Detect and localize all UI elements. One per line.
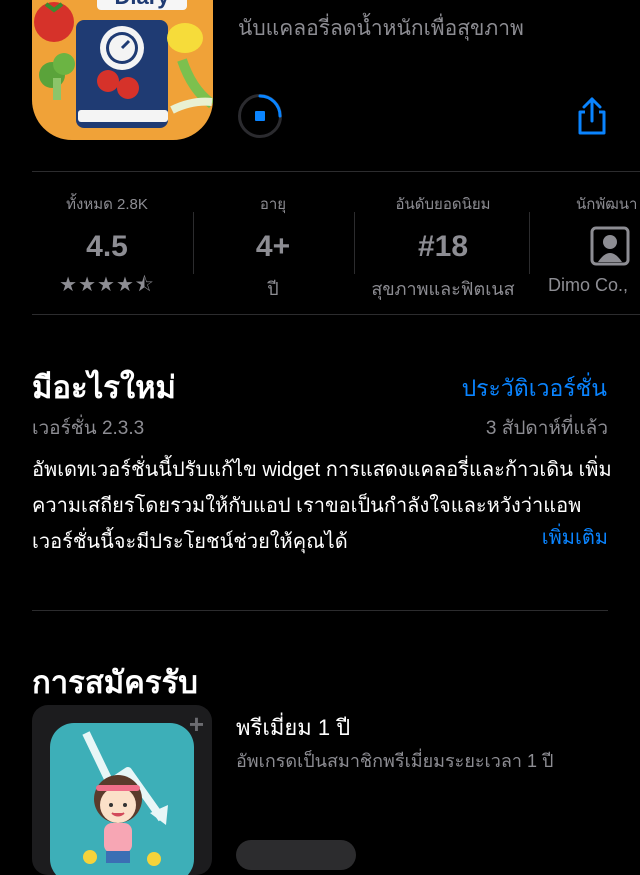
subscription-artwork (50, 723, 194, 875)
stat-separator (354, 212, 355, 274)
subscriptions-title: การสมัครรับ (32, 665, 198, 700)
divider (32, 171, 640, 172)
stat-developer[interactable]: นักพัฒนา Dimo Co., (540, 192, 640, 296)
app-subtitle: นับแคลอรี่ลดน้ำหนักเพื่อสุขภาพ (238, 17, 524, 40)
subscription-card-image[interactable]: + (32, 705, 212, 875)
developer-caption: นักพัฒนา (576, 196, 638, 213)
divider (32, 610, 608, 611)
rating-value: 4.5 (86, 230, 128, 263)
version-history-link[interactable]: ประวัติเวอร์ชั่น (462, 371, 607, 407)
stat-age[interactable]: อายุ 4+ ปี (198, 192, 348, 303)
mascot-illustration (82, 731, 168, 866)
chart-category: สุขภาพและฟิตเนส (371, 279, 515, 299)
age-caption: อายุ (259, 196, 287, 213)
share-icon (578, 97, 606, 135)
whats-new-title: มีอะไรใหม่ (32, 370, 176, 405)
stat-separator (529, 212, 530, 274)
subscription-description: อัพเกรดเป็นสมาชิกพรีเมี่ยมระยะเวลา 1 ปี (236, 751, 554, 771)
app-icon-artwork: Diary (34, 0, 213, 128)
stat-separator (193, 212, 194, 274)
subscription-price-button[interactable] (236, 840, 356, 870)
share-button[interactable] (574, 96, 610, 136)
rating-stars: ★★★★⯪ (59, 274, 155, 296)
version-number: เวอร์ชั่น 2.3.3 (32, 418, 145, 439)
age-value: 4+ (255, 230, 291, 263)
download-progress-button[interactable] (238, 94, 282, 138)
release-date: 3 สัปดาห์ที่แล้ว (485, 418, 608, 439)
stop-download-icon (255, 111, 265, 121)
subscription-name: พรีเมี่ยม 1 ปี (236, 715, 351, 740)
more-link[interactable]: เพิ่มเติม (542, 521, 608, 553)
app-icon: Diary (32, 0, 213, 140)
chart-rank-value: #18 (417, 230, 469, 263)
ratings-count: ทั้งหมด 2.8K (66, 196, 148, 213)
chart-caption: อันดับยอดนิยม (395, 196, 491, 213)
stat-chart-rank[interactable]: อันดับยอดนิยม #18 สุขภาพและฟิตเนส (362, 192, 524, 303)
divider (32, 314, 640, 315)
developer-name: Dimo Co., (548, 275, 629, 295)
stat-ratings[interactable]: ทั้งหมด 2.8K 4.5 ★★★★⯪ (32, 192, 182, 304)
developer-icon (540, 226, 640, 271)
age-unit: ปี (267, 279, 279, 299)
app-icon-text: Diary (114, 0, 170, 9)
plus-icon: + (188, 709, 204, 739)
